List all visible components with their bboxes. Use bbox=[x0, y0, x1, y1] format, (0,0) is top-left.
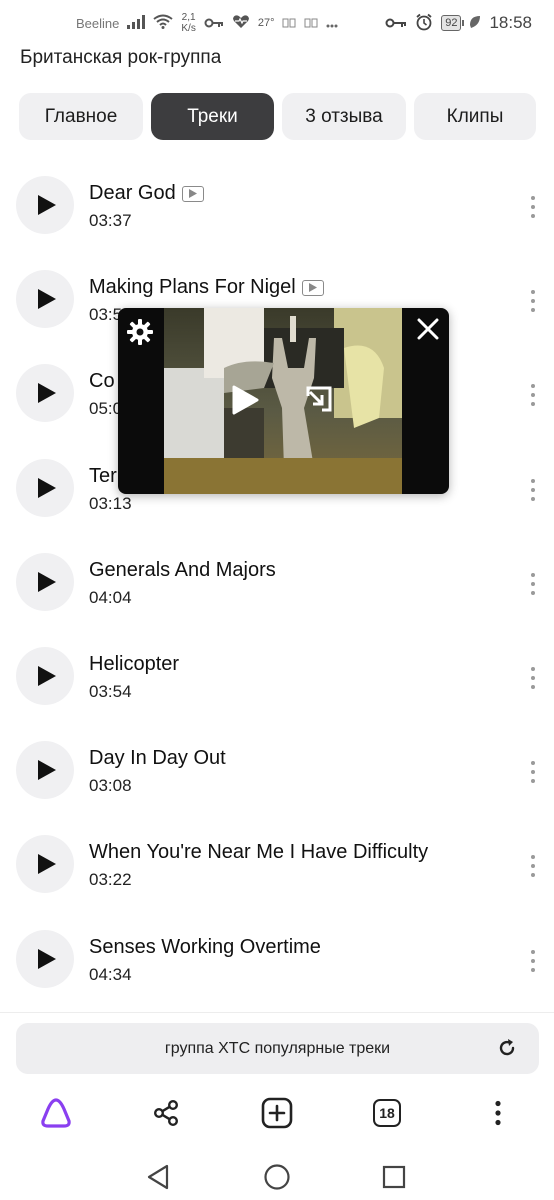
search-query-text: группа XTC популярные треки bbox=[164, 1039, 391, 1057]
track-title: Day In Day Out bbox=[89, 747, 226, 770]
tab-clips[interactable]: Клипы bbox=[414, 93, 536, 140]
track-row[interactable]: Generals And Majors 04:04 bbox=[0, 537, 554, 631]
tab-main[interactable]: Главное bbox=[19, 93, 143, 140]
vpn-key-icon bbox=[385, 16, 407, 31]
play-icon bbox=[38, 289, 56, 310]
track-title: Ter bbox=[89, 464, 117, 487]
artist-subtitle: Британская рок-группа bbox=[20, 47, 222, 68]
track-duration: 03:22 bbox=[89, 870, 132, 890]
video-play-icon[interactable] bbox=[230, 384, 260, 421]
key-icon bbox=[204, 16, 224, 31]
play-button[interactable] bbox=[16, 552, 74, 611]
back-icon[interactable] bbox=[138, 1157, 178, 1197]
play-button[interactable] bbox=[16, 176, 74, 234]
gear-icon[interactable] bbox=[126, 318, 154, 351]
play-icon bbox=[38, 948, 56, 969]
track-row[interactable]: Dear God 03:37 bbox=[0, 160, 554, 254]
play-button[interactable] bbox=[16, 929, 74, 988]
close-icon[interactable] bbox=[417, 318, 439, 345]
tabs-icon[interactable]: 18 bbox=[367, 1093, 407, 1133]
track-duration: 04:04 bbox=[89, 587, 132, 607]
track-duration: 03:08 bbox=[89, 776, 132, 796]
signal-icon bbox=[127, 14, 146, 32]
expand-icon[interactable] bbox=[304, 384, 334, 419]
tab-count: 18 bbox=[373, 1099, 401, 1127]
play-icon bbox=[38, 195, 56, 215]
alarm-icon bbox=[415, 13, 433, 34]
track-title: When You're Near Me I Have Difficulty bbox=[89, 841, 429, 864]
menu-icon[interactable] bbox=[478, 1093, 518, 1133]
track-more-button[interactable] bbox=[528, 855, 538, 878]
track-more-button[interactable] bbox=[528, 196, 538, 218]
track-duration: 03:13 bbox=[89, 493, 132, 513]
track-row[interactable]: Senses Working Overtime 04:34 bbox=[0, 914, 554, 1008]
play-icon bbox=[38, 760, 56, 781]
play-icon bbox=[38, 665, 56, 686]
home-icon[interactable] bbox=[257, 1157, 297, 1197]
battery-indicator: 92 bbox=[441, 15, 465, 31]
clock: 18:58 bbox=[489, 13, 532, 32]
track-title: Dear God bbox=[89, 182, 204, 205]
more-notifications-icon bbox=[326, 16, 338, 31]
recents-icon[interactable] bbox=[374, 1157, 414, 1197]
play-button[interactable] bbox=[16, 458, 74, 517]
track-duration: 03:54 bbox=[89, 681, 132, 701]
tab-tracks[interactable]: Треки bbox=[151, 93, 274, 140]
play-button[interactable] bbox=[16, 364, 74, 423]
track-title: Helicopter bbox=[89, 652, 180, 675]
track-list: Dear God 03:37 Making Plans For Nigel 03… bbox=[0, 160, 554, 1008]
play-icon bbox=[38, 383, 56, 404]
track-duration: 04:34 bbox=[89, 964, 132, 984]
video-available-icon bbox=[301, 279, 324, 296]
tab-reviews[interactable]: 3 отзыва bbox=[282, 93, 406, 140]
system-nav-bar bbox=[0, 1153, 554, 1200]
video-popup-player[interactable] bbox=[118, 308, 449, 494]
alice-icon[interactable] bbox=[36, 1093, 76, 1133]
play-icon bbox=[38, 854, 56, 875]
share-icon[interactable] bbox=[146, 1093, 186, 1133]
wifi-icon bbox=[153, 14, 173, 32]
track-more-button[interactable] bbox=[528, 290, 538, 313]
network-speed: 2,1 K/s bbox=[181, 12, 196, 34]
play-button[interactable] bbox=[16, 835, 74, 894]
track-more-button[interactable] bbox=[528, 761, 538, 784]
track-row[interactable]: Day In Day Out 03:08 bbox=[0, 725, 554, 819]
play-button[interactable] bbox=[16, 646, 74, 705]
track-more-button[interactable] bbox=[528, 666, 538, 689]
track-more-button[interactable] bbox=[528, 478, 538, 501]
reload-icon[interactable] bbox=[497, 1038, 517, 1063]
carrier-label: Beeline bbox=[76, 15, 120, 31]
temperature-label: 27° bbox=[257, 17, 275, 29]
play-icon bbox=[38, 571, 56, 592]
notification-icon bbox=[282, 16, 296, 31]
play-button[interactable] bbox=[16, 270, 74, 329]
video-frame bbox=[164, 308, 402, 494]
play-button[interactable] bbox=[16, 741, 74, 800]
section-tabs: Главное Треки 3 отзыва Клипы bbox=[19, 93, 536, 140]
track-row[interactable]: When You're Near Me I Have Difficulty 03… bbox=[0, 819, 554, 913]
track-more-button[interactable] bbox=[528, 949, 538, 972]
notification-icon-2 bbox=[304, 16, 318, 31]
track-row[interactable]: Helicopter 03:54 bbox=[0, 631, 554, 725]
add-tab-icon[interactable] bbox=[257, 1093, 297, 1133]
track-title: Making Plans For Nigel bbox=[89, 276, 324, 299]
track-duration: 03:37 bbox=[89, 211, 132, 230]
track-title: Senses Working Overtime bbox=[89, 935, 321, 958]
browser-bottom-bar: группа XTC популярные треки 18 bbox=[0, 1012, 554, 1200]
play-icon bbox=[38, 477, 56, 498]
track-title: Co bbox=[89, 370, 115, 393]
track-title: Generals And Majors bbox=[89, 558, 276, 581]
heart-rate-icon bbox=[232, 14, 250, 32]
track-more-button[interactable] bbox=[528, 572, 538, 595]
leaf-icon bbox=[469, 15, 481, 32]
search-query-bar[interactable]: группа XTC популярные треки bbox=[16, 1023, 539, 1074]
browser-nav: 18 bbox=[0, 1093, 554, 1149]
video-available-icon bbox=[181, 185, 204, 202]
status-bar: Beeline 2,1 K/s 27° 92 18:58 bbox=[0, 0, 554, 46]
track-more-button[interactable] bbox=[528, 384, 538, 407]
